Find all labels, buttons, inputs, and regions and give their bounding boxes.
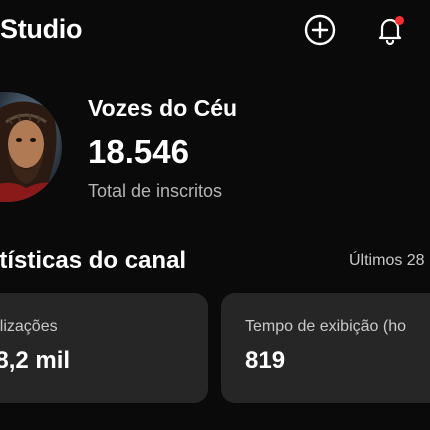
- notification-dot: [395, 16, 404, 25]
- add-circle-icon: [304, 14, 336, 46]
- watch-time-card[interactable]: Tempo de exibição (ho 819: [221, 293, 430, 403]
- watch-time-value: 819: [245, 347, 286, 374]
- channel-name: Vozes do Céu: [88, 95, 238, 121]
- app-title: Studio: [0, 14, 83, 44]
- subscriber-count: 18.546: [88, 133, 189, 170]
- create-button[interactable]: [302, 12, 338, 48]
- stats-period-selector[interactable]: Últimos 28: [349, 252, 425, 270]
- screen: Studio Vozes do Céu 18.546 Total de insc…: [0, 0, 430, 430]
- views-value: 98,2 mil: [0, 347, 71, 374]
- watch-time-label: Tempo de exibição (ho: [245, 318, 406, 335]
- channel-avatar-image: [0, 92, 62, 202]
- subscriber-label: Total de inscritos: [88, 181, 223, 201]
- views-card[interactable]: ualizações 98,2 mil: [0, 293, 208, 403]
- notifications-button[interactable]: [372, 12, 408, 48]
- views-label: ualizações: [0, 318, 58, 335]
- channel-stats-title: atísticas do canal: [0, 247, 187, 274]
- channel-avatar[interactable]: [0, 92, 62, 202]
